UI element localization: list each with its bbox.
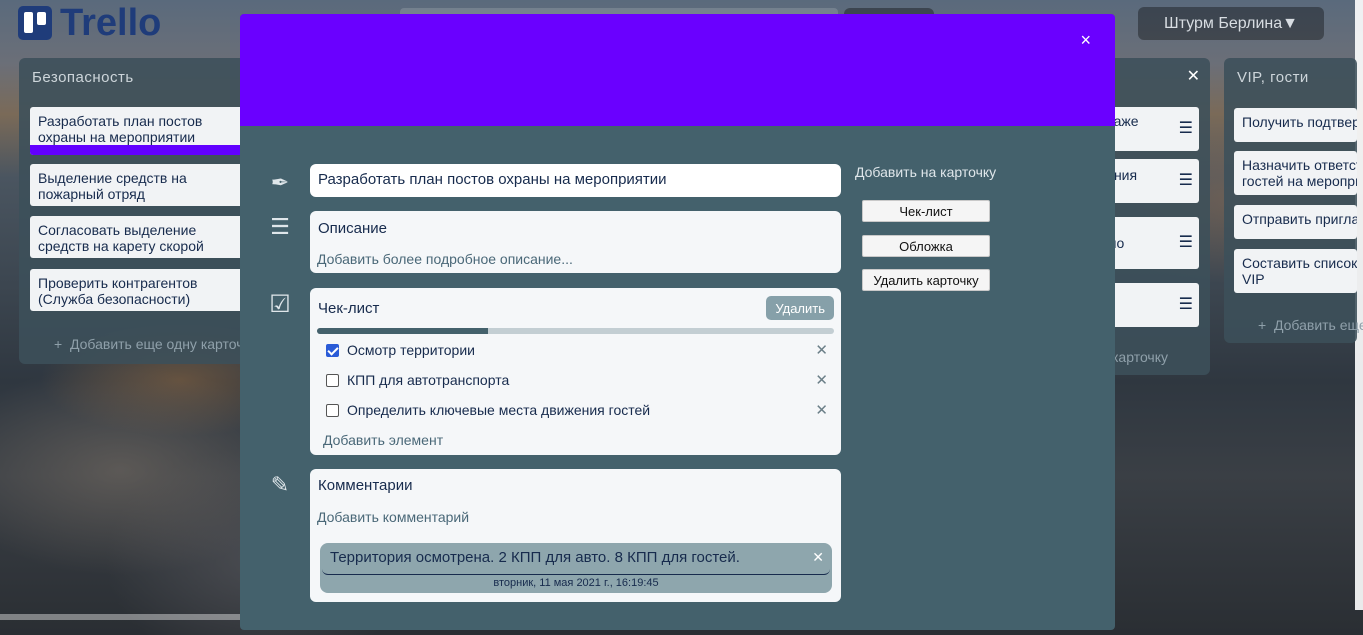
remove-item-icon[interactable]: ✕ [815,341,828,359]
plus-icon: + [54,336,70,352]
delete-comment-icon[interactable]: ✕ [812,549,824,566]
card-cover [240,14,1115,126]
horizontal-scrollbar[interactable] [0,614,240,620]
pen-nib-icon: ✒ [270,170,290,195]
checklist-checkbox[interactable] [326,373,339,387]
list-card[interactable]: Проверить контрагентов (Служба безопасно… [30,269,259,311]
card-title: Составить список VIP [1242,255,1357,287]
card-menu-icon[interactable]: ☰ [1179,173,1193,189]
checklist-item: КПП для автотранспорта ✕ [326,369,828,391]
trello-logo[interactable]: Trello [18,1,162,44]
card-menu-icon[interactable]: ☰ [1179,297,1193,313]
checklist-checkbox[interactable] [326,343,339,357]
list-card[interactable]: Согласовать выделение средств на карету … [30,216,259,258]
trello-logo-icon [18,6,52,40]
close-icon[interactable]: ✕ [1187,66,1200,86]
card-cover-strip [30,145,259,155]
description-panel: Описание Добавить более подробное описан… [310,211,841,273]
card-title: Отправить приглашения [1242,211,1357,227]
add-description-link[interactable]: Добавить более подробное описание... [317,251,573,267]
card-title: Проверить контрагентов (Служба безопасно… [38,275,198,307]
close-icon[interactable]: × [1080,30,1091,51]
delete-checklist-button[interactable]: Удалить [766,296,834,320]
list-security: Безопасность Разработать план постов охр… [19,58,259,364]
card-title: Назначить ответст гостей на меропри [1242,157,1357,189]
checklist-heading: Чек-лист [318,300,380,317]
checklist-item: Определить ключевые места движения госте… [326,399,828,421]
delete-card-button[interactable]: Удалить карточку [862,269,990,291]
card-details-modal: × ✒ Разработать план постов охраны на ме… [240,14,1115,630]
checklist-progress-fill [317,328,488,334]
card-title: Согласовать выделение средств на карету … [38,222,204,258]
card-title: Получить подтверждение [1242,114,1357,130]
pencil-icon: ✎ [270,472,290,497]
comments-heading: Комментарии [318,477,413,494]
add-checklist-item-link[interactable]: Добавить элемент [323,432,443,448]
add-card-label: Добавить еще [1273,317,1363,333]
list-card[interactable]: Назначить ответст гостей на меропри [1234,151,1357,195]
card-menu-icon[interactable]: ☰ [1179,121,1193,137]
add-card-button[interactable]: карточку [1112,349,1168,365]
list-vip: VIP, гости Получить подтверждение Назнач… [1224,58,1363,343]
add-card-button[interactable]: + Добавить еще одну карточку [54,336,257,352]
add-to-card-heading: Добавить на карточку [855,164,997,180]
remove-item-icon[interactable]: ✕ [815,371,828,389]
board-title-button[interactable]: Штурм Берлина▼ [1138,7,1324,40]
comment-item: Территория осмотрена. 2 КПП для авто. 8 … [320,543,832,593]
plus-icon: + [1258,317,1274,333]
add-card-button[interactable]: + Добавить еще [1258,317,1363,333]
comment-text: Территория осмотрена. 2 КПП для авто. 8 … [330,549,740,566]
card-menu-icon[interactable]: ☰ [1179,235,1193,251]
checklist-progress-bar [317,328,834,334]
description-icon: ☰ [270,214,290,239]
logo-text: Trello [60,1,162,44]
comments-panel: Комментарии Добавить комментарий Террито… [310,469,841,602]
remove-item-icon[interactable]: ✕ [815,401,828,419]
list-card[interactable]: Выделение средств на пожарный отряд [30,164,259,206]
description-heading: Описание [318,220,388,237]
checklist-panel: Чек-лист Удалить Осмотр территории ✕ КПП… [310,288,841,455]
add-comment-link[interactable]: Добавить комментарий [317,509,469,525]
cover-button[interactable]: Обложка [862,235,990,257]
checklist-checkbox[interactable] [326,403,339,417]
list-card[interactable]: Составить список VIP [1234,249,1357,293]
card-title-input[interactable]: Разработать план постов охраны на меропр… [310,164,841,197]
comment-divider [322,569,830,575]
list-title: Безопасность [32,69,134,86]
checklist-item-label: КПП для автотранспорта [347,372,510,388]
list-card[interactable]: Разработать план постов охраны на меропр… [30,107,259,155]
checklist-item-label: Осмотр территории [347,342,475,358]
checkbox-icon: ☑ [269,291,291,318]
list-card[interactable]: Получить подтверждение [1234,108,1357,142]
list-title: VIP, гости [1237,69,1309,86]
checklist-button[interactable]: Чек-лист [862,200,990,222]
list-card[interactable]: Отправить приглашения [1234,205,1357,239]
comment-timestamp: вторник, 11 мая 2021 г., 16:19:45 [493,577,659,589]
checklist-item-label: Определить ключевые места движения госте… [347,402,651,418]
checklist-item: Осмотр территории ✕ [326,339,828,361]
add-card-label: Добавить еще одну карточку [69,336,257,352]
card-title: Разработать план постов охраны на меропр… [38,113,203,145]
card-title: Выделение средств на пожарный отряд [38,170,187,202]
